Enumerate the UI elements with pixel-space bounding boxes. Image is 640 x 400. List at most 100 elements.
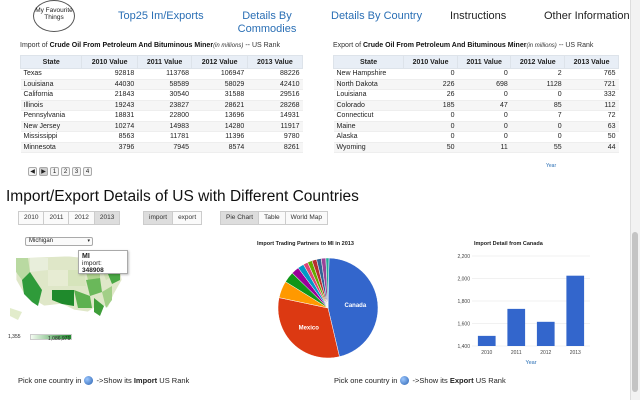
- pager-page-1[interactable]: 1: [50, 167, 59, 176]
- year-button-2011[interactable]: 2011: [43, 211, 70, 225]
- table-cell: Alaska: [333, 131, 404, 143]
- pie-chart[interactable]: Canada Mexico: [240, 248, 420, 378]
- table-cell: 113768: [137, 68, 192, 80]
- table-cell: 18831: [81, 110, 138, 122]
- table-row[interactable]: Minnesota 3796 7945 8574 8261: [20, 142, 303, 153]
- table-cell: 0: [403, 110, 458, 122]
- table-row[interactable]: Mississippi 8563 11781 11396 9780: [20, 131, 303, 143]
- table-row[interactable]: Alaska 0 0 0 50: [333, 131, 619, 143]
- table-row[interactable]: New Hampshire 0 0 2 765: [333, 68, 619, 80]
- table-cell: 0: [403, 131, 458, 143]
- table-cell: Pennsylvania: [20, 110, 82, 122]
- table-cell: 28621: [191, 100, 248, 111]
- export-button[interactable]: export: [172, 211, 203, 225]
- table-cell: Connecticut: [333, 110, 404, 122]
- table-row[interactable]: Illinois 19243 23827 28621 28268: [20, 100, 303, 111]
- nav-top25[interactable]: Top25 Im/Exports: [118, 10, 204, 23]
- year-button-2012[interactable]: 2012: [68, 211, 95, 225]
- year-button-2013[interactable]: 2013: [93, 211, 121, 225]
- table-cell: 9780: [247, 131, 303, 143]
- table-cell: 332: [564, 89, 619, 101]
- table-cell: 85: [510, 100, 565, 111]
- table-row[interactable]: Louisiana 26 0 0 332: [333, 89, 619, 101]
- y-tick-label: 2,000: [457, 277, 470, 283]
- nav-details-by-commodities[interactable]: Details By Commodies: [236, 10, 298, 36]
- y-tick-label: 1,600: [457, 322, 470, 328]
- table-cell: 3796: [81, 142, 138, 153]
- x-tick-label: 2012: [540, 350, 551, 356]
- table-cell: Texas: [20, 68, 82, 80]
- year-button-2010[interactable]: 2010: [18, 211, 45, 225]
- column-header[interactable]: 2011 Value: [136, 55, 193, 69]
- table-cell: 72: [564, 110, 619, 122]
- scrollbar-thumb[interactable]: [632, 232, 638, 392]
- column-header[interactable]: 2012 Value: [191, 55, 248, 69]
- table-row[interactable]: Connecticut 0 0 7 72: [333, 110, 619, 122]
- table-cell: 55: [510, 142, 565, 153]
- pie-chart-button[interactable]: Pie Chart: [220, 211, 260, 225]
- bar[interactable]: [566, 275, 585, 346]
- column-header[interactable]: 2011 Value: [456, 55, 512, 69]
- pager-prev-button[interactable]: ◀: [28, 167, 37, 176]
- table-row[interactable]: Colorado 185 47 85 112: [333, 100, 619, 111]
- column-header[interactable]: 2012 Value: [510, 55, 566, 69]
- chevron-down-icon: ▾: [87, 238, 90, 244]
- column-header[interactable]: State: [19, 55, 83, 69]
- bar[interactable]: [507, 308, 526, 346]
- view-button-group: Pie Chart Table World Map: [220, 211, 328, 225]
- bar[interactable]: [477, 335, 496, 346]
- nav-other-information[interactable]: Other Information: [544, 10, 630, 23]
- pager-page-3[interactable]: 3: [72, 167, 81, 176]
- table-cell: 50: [564, 131, 619, 143]
- table-row[interactable]: New Jersey 10274 14983 14280 11917: [20, 121, 303, 132]
- export-table: State 2010 Value 2011 Value 2012 Value 2013 …: [332, 55, 619, 153]
- column-header[interactable]: 2010 Value: [81, 55, 138, 69]
- pager-page-2[interactable]: 2: [61, 167, 70, 176]
- table-row[interactable]: Pennsylvania 18831 22800 13696 14931: [20, 110, 303, 122]
- table-cell: 22800: [137, 110, 192, 122]
- site-logo[interactable]: My Favourite Things: [33, 0, 75, 32]
- table-cell: Illinois: [20, 100, 82, 111]
- table-cell: 42410: [247, 79, 303, 90]
- table-row[interactable]: Louisiana 44030 58589 58029 42410: [20, 79, 303, 90]
- table-cell: 11: [457, 142, 511, 153]
- column-header[interactable]: 2013 Value: [246, 55, 304, 69]
- bar[interactable]: [536, 321, 555, 346]
- column-header[interactable]: State: [332, 55, 405, 69]
- pager-next-button[interactable]: ▶: [39, 167, 48, 176]
- table-cell: 8261: [247, 142, 303, 153]
- table-button[interactable]: Table: [258, 211, 286, 225]
- page-scrollbar[interactable]: [630, 0, 640, 400]
- table-cell: 11396: [191, 131, 248, 143]
- state-select[interactable]: Michigan ▾: [25, 237, 93, 246]
- map-legend-max: 1,086,971: [48, 336, 71, 342]
- nav-instructions[interactable]: Instructions: [450, 10, 506, 23]
- section-title: Import/Export Details of US with Differe…: [6, 188, 359, 205]
- year-link[interactable]: Year: [546, 163, 556, 169]
- import-button[interactable]: import: [143, 211, 174, 225]
- nav-details-by-country[interactable]: Details By Country: [331, 10, 422, 23]
- table-cell: 0: [457, 89, 511, 101]
- table-cell: 0: [510, 121, 565, 132]
- table-cell: 2: [510, 68, 565, 80]
- table-cell: 29516: [247, 89, 303, 101]
- table-cell: 23827: [137, 100, 192, 111]
- table-cell: 7: [510, 110, 565, 122]
- bar-chart[interactable]: 1,400 1,600 1,800 2,000 2,200 2010 2011 2012 201…: [452, 248, 602, 372]
- pager-page-4[interactable]: 4: [83, 167, 92, 176]
- table-cell: 13696: [191, 110, 248, 122]
- column-header[interactable]: 2013 Value: [564, 55, 619, 69]
- table-cell: 765: [564, 68, 619, 80]
- table-cell: 7945: [137, 142, 192, 153]
- world-map-button[interactable]: World Map: [284, 211, 328, 225]
- table-row[interactable]: California 21843 30540 31588 29516: [20, 89, 303, 101]
- table-cell: New Jersey: [20, 121, 82, 132]
- pie-chart-title: Import Trading Partners to MI in 2013: [257, 241, 354, 247]
- table-cell: 0: [457, 121, 511, 132]
- table-row[interactable]: Wyoming 50 11 55 44: [333, 142, 619, 153]
- y-tick-label: 2,200: [457, 254, 470, 260]
- table-row[interactable]: Texas 92818 113768 106947 88226: [20, 68, 303, 80]
- table-row[interactable]: Maine 0 0 0 63: [333, 121, 619, 132]
- column-header[interactable]: 2010 Value: [403, 55, 458, 69]
- table-row[interactable]: North Dakota 226 698 1128 721: [333, 79, 619, 90]
